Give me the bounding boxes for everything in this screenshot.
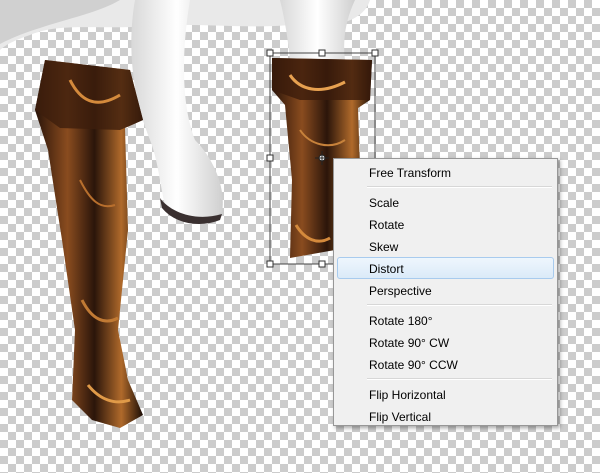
menu-item-perspective[interactable]: Perspective	[337, 279, 554, 301]
menu-item-rotate-180[interactable]: Rotate 180°	[337, 309, 554, 331]
transform-handle-top-left[interactable]	[266, 49, 274, 57]
transform-handle-top-right[interactable]	[371, 49, 379, 57]
transform-handle-bottom-left[interactable]	[266, 260, 274, 268]
menu-separator	[367, 378, 552, 380]
transform-handle-left[interactable]	[266, 154, 274, 162]
transform-handle-bottom[interactable]	[318, 260, 326, 268]
menu-item-skew[interactable]: Skew	[337, 235, 554, 257]
menu-item-rotate[interactable]: Rotate	[337, 213, 554, 235]
fur-leg-left	[131, 0, 223, 224]
menu-item-flip-horizontal[interactable]: Flip Horizontal	[337, 383, 554, 405]
menu-separator	[367, 304, 552, 306]
menu-item-rotate-90-cw[interactable]: Rotate 90° CW	[337, 331, 554, 353]
boot-left	[35, 60, 143, 428]
transform-handle-top[interactable]	[318, 49, 326, 57]
menu-item-scale[interactable]: Scale	[337, 191, 554, 213]
menu-item-rotate-90-ccw[interactable]: Rotate 90° CCW	[337, 353, 554, 375]
menu-separator	[367, 186, 552, 188]
transform-context-menu: Free Transform Scale Rotate Skew Distort…	[333, 158, 558, 426]
menu-item-distort[interactable]: Distort	[337, 257, 554, 279]
menu-item-free-transform[interactable]: Free Transform	[337, 161, 554, 183]
fur-leg-right	[280, 0, 355, 60]
menu-item-flip-vertical[interactable]: Flip Vertical	[337, 405, 554, 427]
